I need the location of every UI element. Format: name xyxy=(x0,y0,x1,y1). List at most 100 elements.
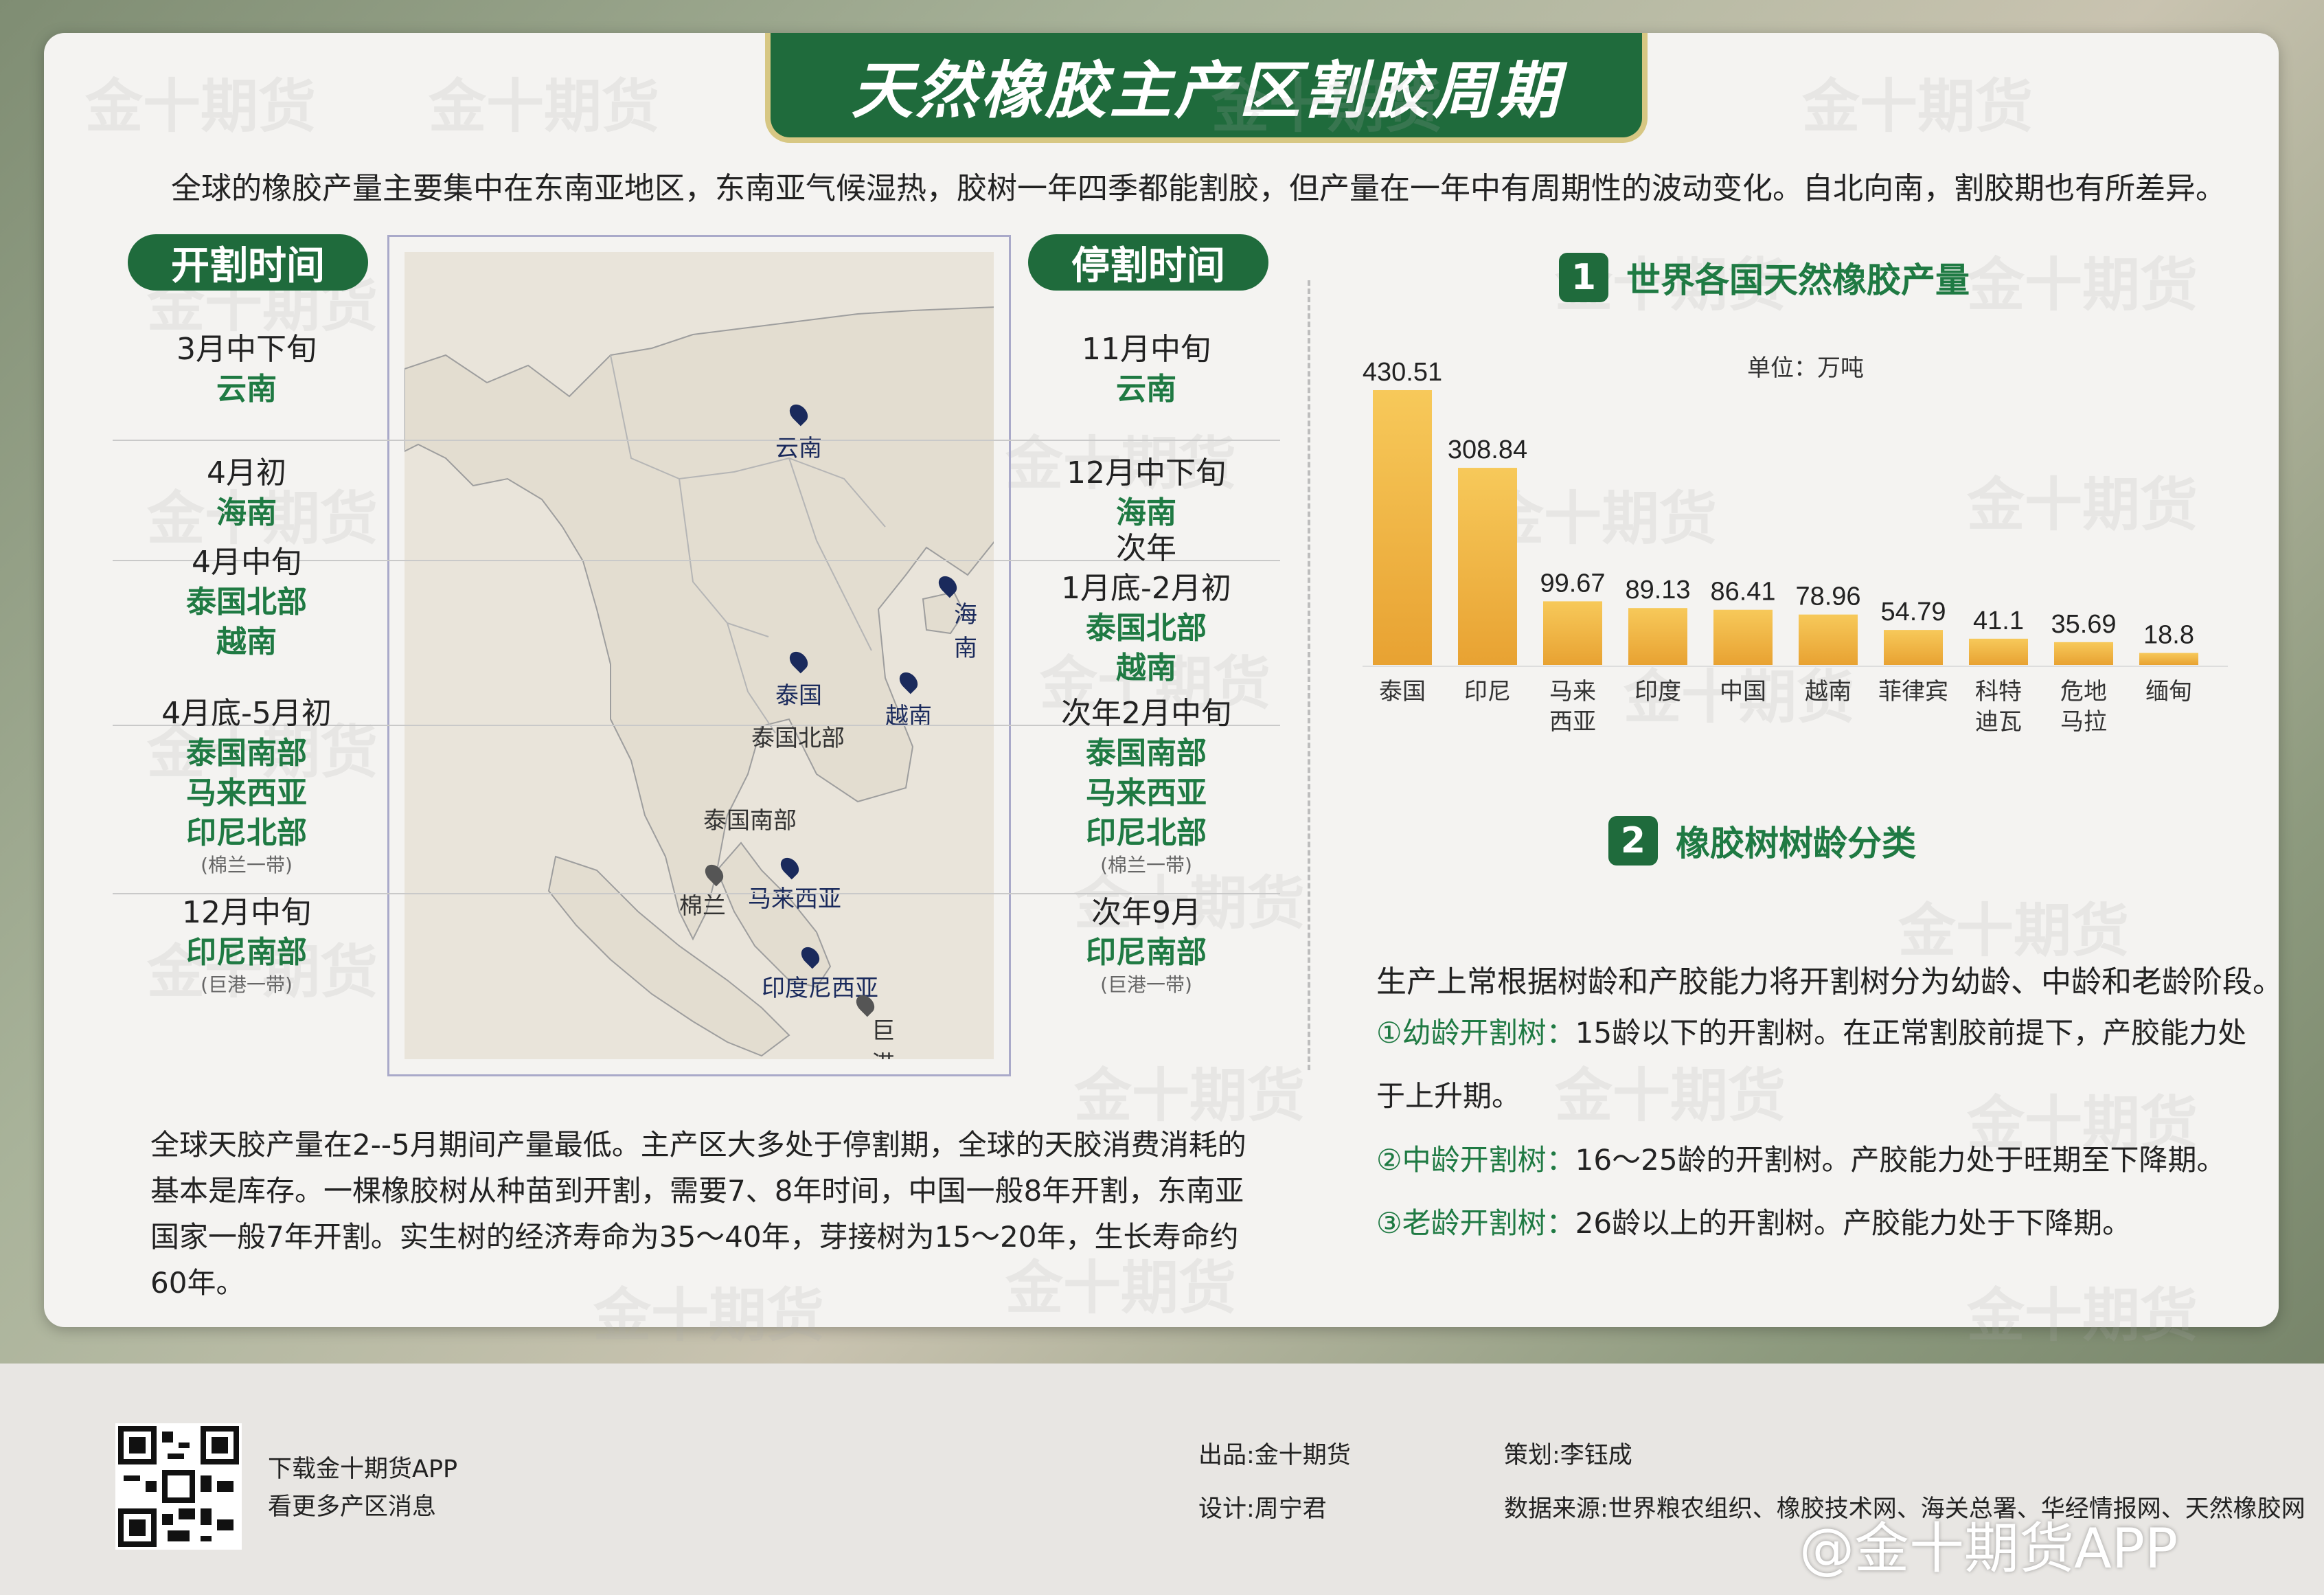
stop-row-1: 12月中下旬 海南 xyxy=(1023,453,1270,533)
bar-value-label: 78.96 xyxy=(1795,582,1860,611)
schedule-note: (棉兰一带) xyxy=(1100,854,1192,876)
row-divider xyxy=(113,440,1280,441)
category-label: 西亚 xyxy=(1549,708,1596,734)
stop-time-header: 停割时间 xyxy=(1028,234,1268,291)
bar xyxy=(1713,609,1773,665)
bar-value-label: 308.84 xyxy=(1448,435,1527,464)
stop-row-4: 次年9月 印尼南部 (巨港一带) xyxy=(1023,893,1270,997)
schedule-time: 3月中下旬 xyxy=(176,332,317,367)
schedule-note: (巨港一带) xyxy=(1100,973,1192,996)
stop-row-2: 次年 1月底-2月初 泰国北部 越南 xyxy=(1023,529,1270,688)
map-marker-vietnam: 越南 xyxy=(885,668,932,731)
schedule-region: 泰国北部 xyxy=(1086,611,1207,646)
start-row-0: 3月中下旬云南 xyxy=(123,330,370,409)
stop-row-3: 次年2月中旬 泰国南部 马来西亚 印尼北部 (棉兰一带) xyxy=(1023,694,1270,878)
category-label: 危地 xyxy=(2060,678,2107,705)
schedule-region: 印尼南部 xyxy=(1086,935,1207,970)
age-item-old: ③老龄开割树：26龄以上的开割树。产胶能力处于下降期。 xyxy=(1376,1192,2269,1255)
watermark: 金十期货 xyxy=(1967,1282,2198,1349)
map-pin-icon xyxy=(786,648,812,674)
watermark: 金十期货 xyxy=(1074,1062,1306,1129)
map-marker-hainan: 海南 xyxy=(935,572,977,662)
schedule-time: 4月初 xyxy=(207,455,286,490)
map-marker-medan: 棉兰 xyxy=(679,861,727,920)
map-marker-malaysia: 马来西亚 xyxy=(748,854,841,914)
footer-planner: 策划:李钰成 xyxy=(1504,1442,1632,1469)
footer-download: 下载金十期货APP xyxy=(268,1456,458,1483)
schedule-region: 云南 xyxy=(1116,372,1176,407)
section1-heading: 1 世界各国天然橡胶产量 xyxy=(1559,253,1970,302)
summary-paragraph: 全球天胶产量在2--5月期间产量最低。主产区大多处于停割期，全球的天胶消费消耗的… xyxy=(150,1128,1246,1300)
bar xyxy=(1543,601,1602,665)
vertical-divider xyxy=(1308,280,1310,1070)
section1-number: 1 xyxy=(1559,253,1608,302)
map-pin-icon xyxy=(701,861,727,887)
schedule-time: 12月中旬 xyxy=(182,895,311,930)
section2-heading: 2 橡胶树树龄分类 xyxy=(1608,816,1916,866)
section2-title: 橡胶树树龄分类 xyxy=(1676,824,1916,863)
production-bar-chart: 430.51 泰国 308.84 印尼 99.67 马来西亚 89.13 印度 86.41 中国 7… xyxy=(1363,358,2228,734)
watermark: 金十期货 xyxy=(1898,897,2130,964)
weibo-handle: @金十期货APP xyxy=(1799,1517,2178,1581)
qr-pattern xyxy=(118,1426,239,1547)
land-shape xyxy=(405,306,994,941)
schedule-region: 印尼北部 xyxy=(1086,815,1207,850)
start-row-2: 4月中旬 泰国北部 越南 xyxy=(123,543,370,662)
title-banner: 天然橡胶主产区割胶周期 xyxy=(765,33,1648,143)
start-row-3: 4月底-5月初 泰国南部 马来西亚 印尼北部 (棉兰一带) xyxy=(123,694,370,878)
watermark: 金十期货 xyxy=(429,73,660,140)
start-row-4: 12月中旬 印尼南部 (巨港一带) xyxy=(123,893,370,997)
bar xyxy=(1799,614,1858,665)
map-svg xyxy=(405,306,994,1057)
age-item-young: ①幼龄开割树：15龄以下的开割树。在正常割胶前提下，产胶能力处于上升期。 xyxy=(1376,1002,2269,1128)
main-card: 天然橡胶主产区割胶周期 金十期货 金十期货 金十期货 金十期货 金十期货 金十期货 金十期货… xyxy=(44,33,2283,1349)
schedule-region: 马来西亚 xyxy=(186,776,307,811)
bar-value-label: 86.41 xyxy=(1710,578,1775,607)
bar-value-label: 430.51 xyxy=(1363,358,1442,387)
bar xyxy=(2054,642,2113,665)
category-label: 印尼 xyxy=(1464,678,1511,705)
intro-text: 全球的橡胶产量主要集中在东南亚地区，东南亚气候湿热，胶树一年四季都能割胶，但产量… xyxy=(171,171,2226,206)
category-label: 菲律宾 xyxy=(1878,678,1948,705)
schedule-time: 4月底-5月初 xyxy=(161,696,332,731)
section1-title: 世界各国天然橡胶产量 xyxy=(1626,260,1970,300)
qr-code-icon[interactable] xyxy=(115,1423,242,1550)
map-pin-icon xyxy=(896,668,922,694)
bar xyxy=(2139,653,2198,665)
southeast-asia-map: 云南 海南 泰国 泰国北部 越南 泰国南部 棉兰 马来西亚 印度尼西亚 巨 xyxy=(387,235,1011,1076)
schedule-region: 云南 xyxy=(216,372,277,407)
category-label: 科特 xyxy=(1975,678,2022,705)
category-label: 迪瓦 xyxy=(1975,708,2022,734)
category-label: 越南 xyxy=(1805,678,1852,705)
bar xyxy=(1373,390,1432,665)
bar-value-label: 89.13 xyxy=(1625,576,1690,604)
bar xyxy=(1628,608,1687,665)
start-row-1: 4月初 海南 xyxy=(123,453,370,533)
map-canvas: 云南 海南 泰国 泰国北部 越南 泰国南部 棉兰 马来西亚 印度尼西亚 巨 xyxy=(405,252,994,1059)
category-label: 印度 xyxy=(1634,678,1681,705)
schedule-region: 泰国南部 xyxy=(186,736,307,771)
map-marker-palembang: 巨港 xyxy=(852,991,895,1059)
schedule-region: 马来西亚 xyxy=(1086,776,1207,811)
stop-row-0: 11月中旬 云南 xyxy=(1023,330,1270,409)
age-item-middle: ②中龄开割树：16～25龄的开割树。产胶能力处于旺期至下降期。 xyxy=(1376,1129,2269,1192)
footer-designer: 设计:周宁君 xyxy=(1198,1495,1327,1523)
schedule-region: 越南 xyxy=(216,624,277,659)
category-label: 泰国 xyxy=(1379,678,1426,705)
section2-number: 2 xyxy=(1608,816,1658,866)
bar-value-label: 35.69 xyxy=(2051,610,2116,639)
schedule-region: 泰国北部 xyxy=(186,585,307,620)
footer-more: 看更多产区消息 xyxy=(268,1493,437,1521)
age-item-label: ②中龄开割树： xyxy=(1376,1143,1575,1177)
section2-lead: 生产上常根据树龄和产胶能力将开割树分为幼龄、中龄和老龄阶段。 xyxy=(1376,964,2283,999)
age-item-label: ③老龄开割树： xyxy=(1376,1206,1575,1240)
category-label: 马来 xyxy=(1549,678,1596,705)
bar xyxy=(1969,638,2028,665)
watermark: 金十期货 xyxy=(1802,73,2034,140)
category-label: 马拉 xyxy=(2060,708,2107,734)
footer-producer: 出品:金十期货 xyxy=(1198,1442,1351,1469)
schedule-note: (棉兰一带) xyxy=(201,854,293,876)
schedule-region: 印尼南部 xyxy=(186,935,307,970)
bar-value-label: 41.1 xyxy=(1973,607,2024,635)
bar xyxy=(1884,630,1943,665)
